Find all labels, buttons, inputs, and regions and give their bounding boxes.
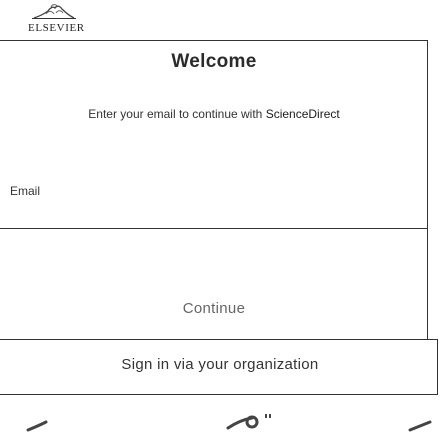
product-name: ScienceDirect xyxy=(265,107,340,121)
email-label: Email xyxy=(10,184,41,198)
elsevier-logo: ELSEVIER xyxy=(14,2,104,34)
logo-wordmark: ELSEVIER xyxy=(28,22,85,34)
login-subtitle: Enter your email to continue with Scienc… xyxy=(0,107,428,121)
sign-in-organization-label: Sign in via your organization xyxy=(121,356,319,373)
subtitle-text: Enter your email to continue with xyxy=(88,107,266,121)
email-field[interactable] xyxy=(0,228,428,341)
tree-logo-icon xyxy=(32,4,76,19)
page-title: Welcome xyxy=(171,51,257,72)
continue-button[interactable]: Continue xyxy=(0,300,428,317)
login-page: ELSEVIER Welcome Enter your email to con… xyxy=(0,0,448,448)
decorative-illustration xyxy=(26,414,432,432)
